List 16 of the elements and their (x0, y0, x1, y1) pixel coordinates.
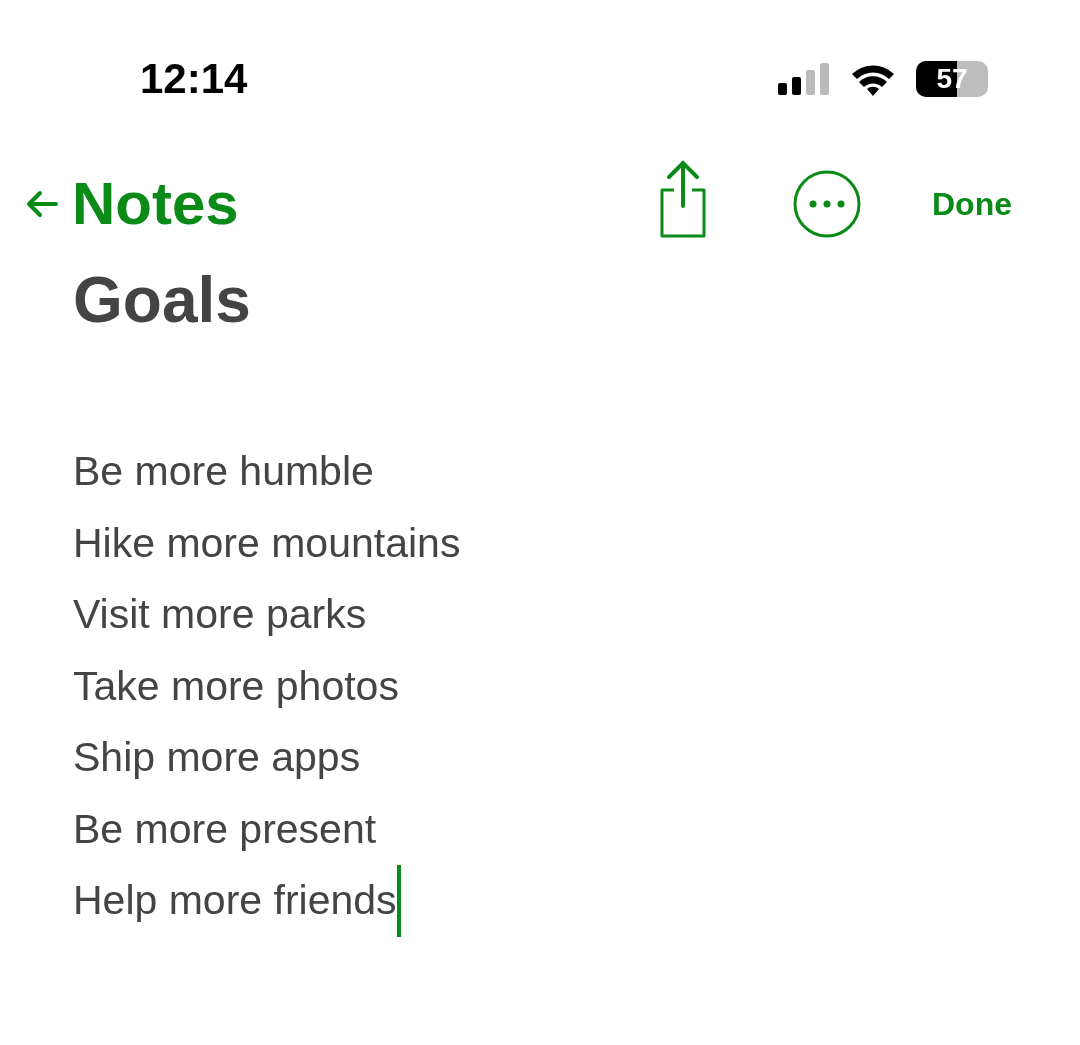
note-line: Ship more apps (73, 737, 361, 779)
wifi-icon (850, 62, 896, 96)
back-button[interactable]: Notes (26, 174, 239, 234)
note-line: Take more photos (73, 665, 399, 707)
more-button[interactable] (792, 169, 862, 239)
note-line: Be more humble (73, 451, 374, 493)
note-line: Help more friends (73, 880, 397, 922)
back-arrow-icon (26, 190, 58, 218)
share-button[interactable] (658, 160, 708, 238)
done-button[interactable]: Done (932, 188, 1012, 220)
note-title: Goals (73, 268, 252, 332)
note-line: Be more present (73, 808, 377, 850)
note-line: Visit more parks (73, 594, 367, 636)
note-line: Hike more mountains (73, 522, 461, 564)
status-time: 12:14 (140, 58, 248, 100)
signal-icon (778, 63, 830, 95)
